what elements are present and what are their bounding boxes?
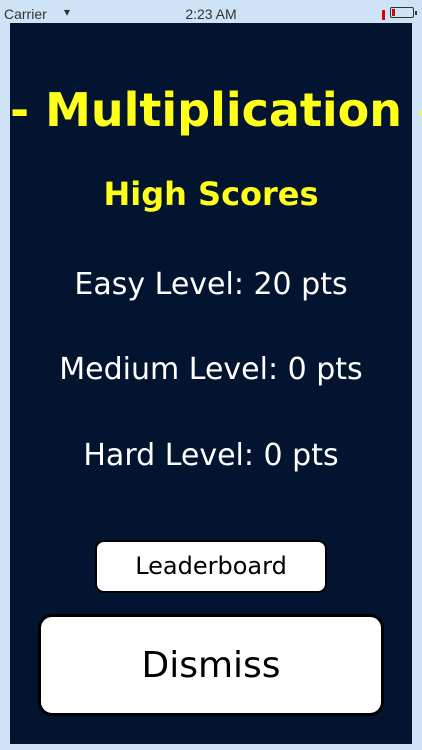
status-time: 2:23 AM	[185, 6, 237, 22]
battery-level	[392, 9, 395, 16]
battery-tip	[415, 11, 417, 15]
easy-score-label: Easy Level: 20 pts	[74, 267, 348, 302]
page-subtitle: High Scores	[103, 175, 319, 213]
medium-score-label: Medium Level: 0 pts	[59, 352, 363, 387]
page-title: - Multiplication -	[10, 83, 422, 137]
record-indicator	[382, 10, 385, 20]
leaderboard-button[interactable]: Leaderboard	[95, 540, 327, 593]
status-bar: Carrier ▾ 2:23 AM	[0, 0, 422, 22]
battery-icon	[390, 7, 417, 18]
dismiss-button[interactable]: Dismiss	[38, 614, 384, 716]
hard-score-label: Hard Level: 0 pts	[83, 438, 339, 473]
